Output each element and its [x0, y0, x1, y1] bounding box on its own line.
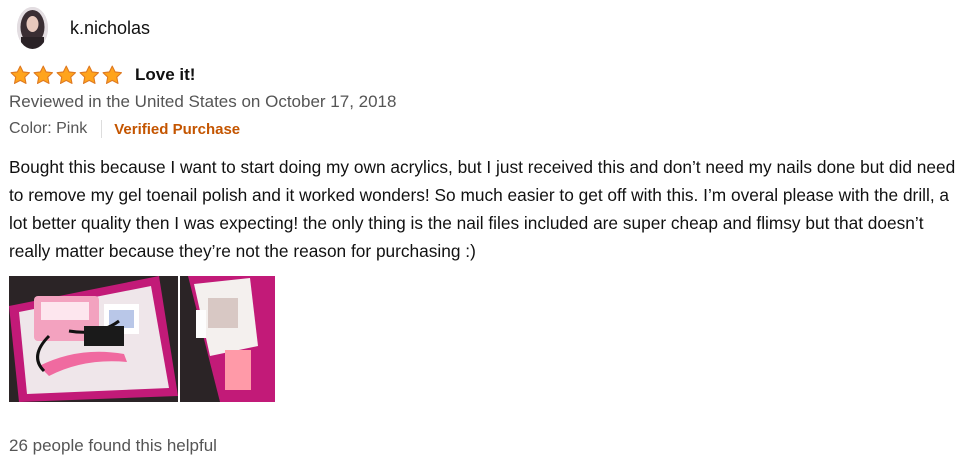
- star-icon: [79, 65, 99, 84]
- review-date: Reviewed in the United States on October…: [9, 92, 397, 111]
- variant-label: Color: Pink: [9, 120, 88, 137]
- reviewer-profile[interactable]: k.nicholas: [17, 6, 150, 50]
- review-meta: Color: Pink Verified Purchase: [9, 120, 240, 138]
- star-icon: [33, 65, 53, 84]
- review-photo-nail-drill-package[interactable]: [180, 276, 275, 402]
- rating-row: Love it!: [9, 64, 195, 86]
- reviewer-name[interactable]: k.nicholas: [70, 18, 150, 39]
- verified-purchase-badge[interactable]: Verified Purchase: [114, 121, 240, 138]
- star-icon: [56, 65, 76, 84]
- review-title[interactable]: Love it!: [135, 65, 195, 85]
- review-photos: [9, 276, 277, 402]
- helpful-count: 26 people found this helpful: [9, 436, 217, 455]
- avatar[interactable]: [17, 7, 48, 49]
- review-body: Bought this because I want to start doin…: [9, 157, 956, 261]
- review-photo-nail-drill-box[interactable]: [9, 276, 178, 402]
- meta-divider: [101, 120, 103, 138]
- star-icon: [10, 65, 30, 84]
- star-rating[interactable]: [9, 65, 124, 85]
- star-icon: [102, 65, 122, 84]
